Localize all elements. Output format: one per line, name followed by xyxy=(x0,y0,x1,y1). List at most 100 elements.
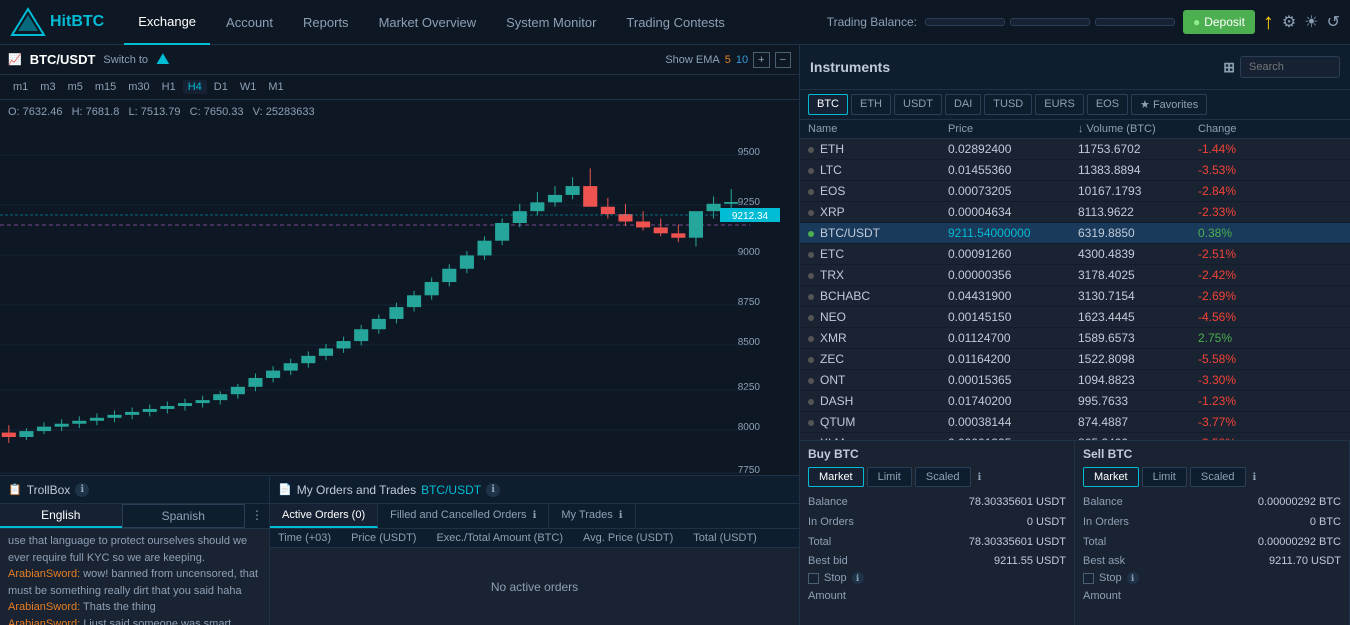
sell-stop-checkbox[interactable] xyxy=(1083,573,1094,584)
deposit-button[interactable]: ● Deposit xyxy=(1183,10,1255,34)
svg-text:9250: 9250 xyxy=(738,197,761,208)
inst-change: -3.53% xyxy=(1198,163,1278,177)
sell-tab-market[interactable]: Market xyxy=(1083,467,1139,487)
tf-m15[interactable]: m15 xyxy=(90,80,121,94)
nav-system-monitor[interactable]: System Monitor xyxy=(492,0,610,45)
col-avg-price: Avg. Price (USDT) xyxy=(583,532,673,544)
ema-5-label[interactable]: 5 xyxy=(725,54,731,66)
table-row[interactable]: ONT 0.00015365 1094.8823 -3.30% xyxy=(800,370,1350,391)
buy-tab-scaled[interactable]: Scaled xyxy=(915,467,971,487)
logo[interactable]: HitBTC xyxy=(10,7,104,37)
table-row[interactable]: ETH 0.02892400 11753.6702 -1.44% xyxy=(800,139,1350,160)
inst-price: 0.01455360 xyxy=(948,163,1078,177)
inst-price: 9211.54000000 xyxy=(948,226,1078,240)
buy-tab-market[interactable]: Market xyxy=(808,467,864,487)
inst-name: BTC/USDT xyxy=(808,226,948,240)
trollbox-title: TrollBox xyxy=(27,483,71,497)
tf-M1[interactable]: M1 xyxy=(263,80,288,94)
filter-dai[interactable]: DAI xyxy=(945,94,981,115)
inst-volume: 1589.6573 xyxy=(1078,331,1198,345)
tf-m5[interactable]: m5 xyxy=(63,80,88,94)
table-row[interactable]: NEO 0.00145150 1623.4445 -4.56% xyxy=(800,307,1350,328)
table-row[interactable]: ZEC 0.01164200 1522.8098 -5.58% xyxy=(800,349,1350,370)
collapse-icon[interactable]: − xyxy=(775,52,791,68)
trollbox-more-button[interactable]: ⋮ xyxy=(245,504,269,528)
refresh-icon[interactable]: ↺ xyxy=(1327,12,1340,32)
inst-volume: 3130.7154 xyxy=(1078,289,1198,303)
instruments-title: Instruments xyxy=(810,59,890,75)
nav-reports[interactable]: Reports xyxy=(289,0,363,45)
orders-tab-filled[interactable]: Filled and Cancelled Orders ℹ xyxy=(378,504,549,528)
table-row[interactable]: XRP 0.00004634 8113.9622 -2.33% xyxy=(800,202,1350,223)
filter-eos[interactable]: EOS xyxy=(1087,94,1128,115)
sell-bestask-label: Best ask xyxy=(1083,552,1125,572)
buy-panel: Buy BTC Market Limit Scaled ℹ Balance 78… xyxy=(800,441,1075,625)
table-row[interactable]: DASH 0.01740200 995.7633 -1.23% xyxy=(800,391,1350,412)
tf-m3[interactable]: m3 xyxy=(35,80,60,94)
buy-balance-value: 78.30335601 USDT xyxy=(969,493,1066,513)
inst-change: -2.51% xyxy=(1198,247,1278,261)
filter-tusd[interactable]: TUSD xyxy=(984,94,1032,115)
trollbox-tab-english[interactable]: English xyxy=(0,504,122,528)
grid-view-icon[interactable]: ⊞ xyxy=(1223,59,1235,76)
table-row[interactable]: BCHABC 0.04431900 3130.7154 -2.69% xyxy=(800,286,1350,307)
tf-D1[interactable]: D1 xyxy=(209,80,233,94)
expand-icon[interactable]: + xyxy=(753,52,769,68)
list-item: use that language to protect ourselves s… xyxy=(8,533,261,566)
ema-10-label[interactable]: 10 xyxy=(736,54,748,66)
theme-icon[interactable]: ☀ xyxy=(1304,12,1318,32)
nav-market-overview[interactable]: Market Overview xyxy=(365,0,491,45)
buy-amount-label: Amount xyxy=(808,590,1066,602)
table-row[interactable]: EOS 0.00073205 10167.1793 -2.84% xyxy=(800,181,1350,202)
trollbox-tab-spanish[interactable]: Spanish xyxy=(122,504,246,528)
orders-tab-active[interactable]: Active Orders (0) xyxy=(270,504,378,528)
buy-market-info-icon: ℹ xyxy=(978,467,982,487)
tf-H1[interactable]: H1 xyxy=(157,80,181,94)
sell-panel-tabs: Market Limit Scaled ℹ xyxy=(1083,467,1341,487)
sell-total-label: Total xyxy=(1083,533,1106,553)
inst-col-price: Price xyxy=(948,123,1078,135)
buy-tab-limit[interactable]: Limit xyxy=(867,467,912,487)
filter-eth[interactable]: ETH xyxy=(851,94,891,115)
nav-exchange[interactable]: Exchange xyxy=(124,0,210,45)
inst-volume: 6319.8850 xyxy=(1078,226,1198,240)
ohlcv-o: O: 7632.46 xyxy=(8,106,62,118)
table-row[interactable]: TRX 0.00000356 3178.4025 -2.42% xyxy=(800,265,1350,286)
filter-eurs[interactable]: EURS xyxy=(1035,94,1084,115)
filter-btc[interactable]: BTC xyxy=(808,94,848,115)
settings-icon[interactable]: ⚙ xyxy=(1282,12,1296,32)
switch-to-label: Switch to xyxy=(103,54,148,66)
instruments-columns: Name Price ↓ Volume (BTC) Change xyxy=(800,120,1350,139)
table-row[interactable]: XMR 0.01124700 1589.6573 2.75% xyxy=(800,328,1350,349)
filter-usdt[interactable]: USDT xyxy=(894,94,942,115)
tf-H4[interactable]: H4 xyxy=(183,80,207,94)
table-row[interactable]: BTC/USDT 9211.54000000 6319.8850 0.38% xyxy=(800,223,1350,244)
show-ema-label: Show EMA xyxy=(665,54,719,66)
inst-change: 2.75% xyxy=(1198,331,1278,345)
inst-name: QTUM xyxy=(808,415,948,429)
tf-m30[interactable]: m30 xyxy=(123,80,154,94)
table-row[interactable]: XLM 0.00001325 865.2400 -3.58% xyxy=(800,433,1350,440)
sell-tab-scaled[interactable]: Scaled xyxy=(1190,467,1246,487)
sell-balance-label: Balance xyxy=(1083,493,1123,513)
switch-icon[interactable]: ⛰ xyxy=(156,51,169,69)
buy-inorders-label: In Orders xyxy=(808,513,854,533)
table-row[interactable]: LTC 0.01455360 11383.8894 -3.53% xyxy=(800,160,1350,181)
inst-change: -2.84% xyxy=(1198,184,1278,198)
sell-tab-limit[interactable]: Limit xyxy=(1142,467,1187,487)
inst-col-change: Change xyxy=(1198,123,1278,135)
instruments-search[interactable] xyxy=(1240,56,1340,78)
balance-boxes xyxy=(925,18,1175,26)
inst-volume: 8113.9622 xyxy=(1078,205,1198,219)
tf-W1[interactable]: W1 xyxy=(235,80,262,94)
table-row[interactable]: ETC 0.00091260 4300.4839 -2.51% xyxy=(800,244,1350,265)
nav-trading-contests[interactable]: Trading Contests xyxy=(612,0,739,45)
table-row[interactable]: QTUM 0.00038144 874.4887 -3.77% xyxy=(800,412,1350,433)
orders-tab-trades[interactable]: My Trades ℹ xyxy=(549,504,635,528)
filter-favorites[interactable]: ★ Favorites xyxy=(1131,94,1207,115)
main-content: 📈 BTC/USDT Switch to ⛰ Show EMA 5 10 + −… xyxy=(0,45,1350,625)
nav-account[interactable]: Account xyxy=(212,0,287,45)
tf-m1[interactable]: m1 xyxy=(8,80,33,94)
msg-text: I just said someone was smart xyxy=(83,618,231,625)
buy-stop-checkbox[interactable] xyxy=(808,573,819,584)
